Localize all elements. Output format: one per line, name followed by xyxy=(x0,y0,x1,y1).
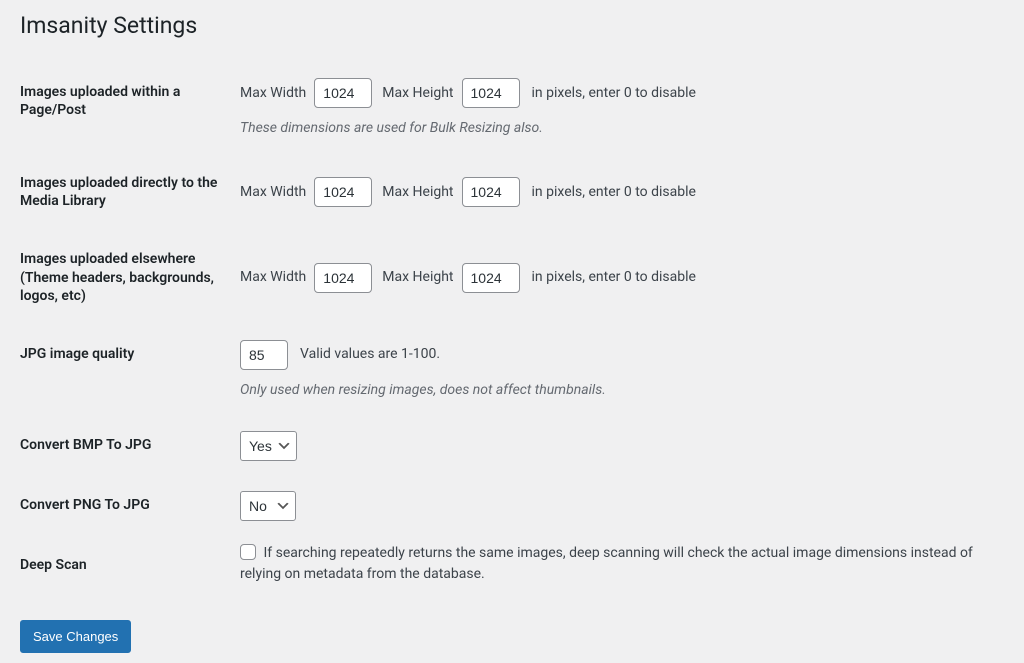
max-width-label: Max Width xyxy=(240,182,306,203)
label-deep-scan: Deep Scan xyxy=(20,536,230,600)
max-width-label: Max Width xyxy=(240,83,306,104)
jpg-quality-description: Only used when resizing images, does not… xyxy=(240,380,994,401)
save-changes-button[interactable]: Save Changes xyxy=(20,620,131,654)
label-elsewhere-upload: Images uploaded elsewhere (Theme headers… xyxy=(20,230,230,325)
page-post-max-width-input[interactable] xyxy=(314,78,372,108)
page-post-suffix: in pixels, enter 0 to disable xyxy=(532,83,696,104)
elsewhere-max-width-input[interactable] xyxy=(314,263,372,293)
media-library-max-height-input[interactable] xyxy=(462,177,520,207)
label-media-library-upload: Images uploaded directly to the Media Li… xyxy=(20,154,230,230)
jpg-quality-input[interactable] xyxy=(240,340,288,370)
max-height-label: Max Height xyxy=(382,182,453,203)
elsewhere-max-height-input[interactable] xyxy=(462,263,520,293)
max-height-label: Max Height xyxy=(382,267,453,288)
page-post-description: These dimensions are used for Bulk Resiz… xyxy=(240,118,994,139)
max-width-label: Max Width xyxy=(240,267,306,288)
convert-png-select[interactable]: No xyxy=(240,491,296,521)
settings-form: Images uploaded within a Page/Post Max W… xyxy=(20,63,1004,600)
label-jpg-quality: JPG image quality xyxy=(20,325,230,416)
label-convert-bmp: Convert BMP To JPG xyxy=(20,416,230,476)
page-post-max-height-input[interactable] xyxy=(462,78,520,108)
page-title: Imsanity Settings xyxy=(20,10,1004,39)
jpg-quality-hint: Valid values are 1-100. xyxy=(300,344,440,365)
convert-bmp-select[interactable]: Yes xyxy=(240,431,297,461)
media-library-max-width-input[interactable] xyxy=(314,177,372,207)
deep-scan-text: If searching repeatedly returns the same… xyxy=(240,545,973,582)
elsewhere-suffix: in pixels, enter 0 to disable xyxy=(532,267,696,288)
label-page-post-upload: Images uploaded within a Page/Post xyxy=(20,63,230,154)
media-library-suffix: in pixels, enter 0 to disable xyxy=(532,182,696,203)
label-convert-png: Convert PNG To JPG xyxy=(20,476,230,536)
max-height-label: Max Height xyxy=(382,83,453,104)
deep-scan-checkbox[interactable] xyxy=(240,544,256,560)
